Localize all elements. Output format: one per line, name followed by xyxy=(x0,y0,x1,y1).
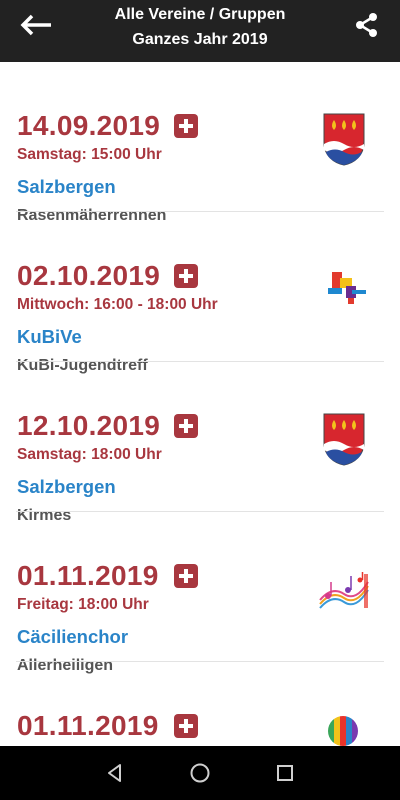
share-icon xyxy=(356,13,377,37)
add-to-calendar-button[interactable] xyxy=(174,264,198,288)
kubive-logo-icon xyxy=(328,272,366,304)
event-item[interactable]: 01.11.2019 Freitag: 18:00 Uhr Cäciliench… xyxy=(0,512,400,674)
nav-home-icon xyxy=(190,763,210,783)
event-date: 01.11.2019 xyxy=(17,710,159,741)
event-item[interactable]: 12.10.2019 Samstag: 18:00 Uhr Salzbergen… xyxy=(0,362,400,524)
event-time: Samstag: 15:00 Uhr xyxy=(17,146,162,163)
event-item[interactable]: 02.10.2019 Mittwoch: 16:00 - 18:00 Uhr K… xyxy=(0,212,400,374)
page-subtitle: Ganzes Jahr 2019 xyxy=(132,31,268,48)
nav-back-icon xyxy=(108,764,121,782)
event-organizer[interactable]: Salzbergen xyxy=(17,176,116,198)
event-time: Samstag: 18:00 Uhr xyxy=(17,446,162,463)
event-organizer[interactable]: KuBiVe xyxy=(17,326,82,348)
system-nav-bar xyxy=(0,746,400,800)
nav-recents-icon xyxy=(277,765,293,781)
add-to-calendar-button[interactable] xyxy=(174,114,198,138)
event-date: 14.09.2019 xyxy=(17,110,161,141)
event-item[interactable]: 01.11.2019 xyxy=(0,662,400,746)
event-organizer[interactable]: Salzbergen xyxy=(17,476,116,498)
back-button[interactable] xyxy=(18,12,54,38)
nav-back-button[interactable] xyxy=(98,756,132,790)
music-notes-icon xyxy=(319,572,369,609)
add-to-calendar-button[interactable] xyxy=(174,714,198,738)
hot-air-balloon-icon xyxy=(328,716,358,746)
salzbergen-crest-icon xyxy=(323,113,365,166)
event-organizer[interactable]: Cäcilienchor xyxy=(17,626,128,648)
nav-home-button[interactable] xyxy=(183,756,217,790)
app-bar: Alle Vereine / Gruppen Ganzes Jahr 2019 xyxy=(0,0,400,62)
page-title: Alle Vereine / Gruppen xyxy=(114,6,286,23)
salzbergen-crest-icon xyxy=(323,413,365,466)
event-time: Freitag: 18:00 Uhr xyxy=(17,596,149,613)
event-date: 01.11.2019 xyxy=(17,560,159,591)
nav-recents-button[interactable] xyxy=(268,756,302,790)
add-to-calendar-button[interactable] xyxy=(174,564,198,588)
event-list[interactable]: 14.09.2019 Samstag: 15:00 Uhr Salzbergen… xyxy=(0,62,400,746)
event-item[interactable]: 14.09.2019 Samstag: 15:00 Uhr Salzbergen… xyxy=(0,62,400,224)
add-to-calendar-button[interactable] xyxy=(174,414,198,438)
appbar-titles: Alle Vereine / Gruppen Ganzes Jahr 2019 xyxy=(70,2,330,52)
event-time: Mittwoch: 16:00 - 18:00 Uhr xyxy=(17,296,218,313)
arrow-left-icon xyxy=(20,14,51,36)
event-date: 12.10.2019 xyxy=(17,410,161,441)
share-button[interactable] xyxy=(352,10,382,40)
event-date: 02.10.2019 xyxy=(17,260,161,291)
